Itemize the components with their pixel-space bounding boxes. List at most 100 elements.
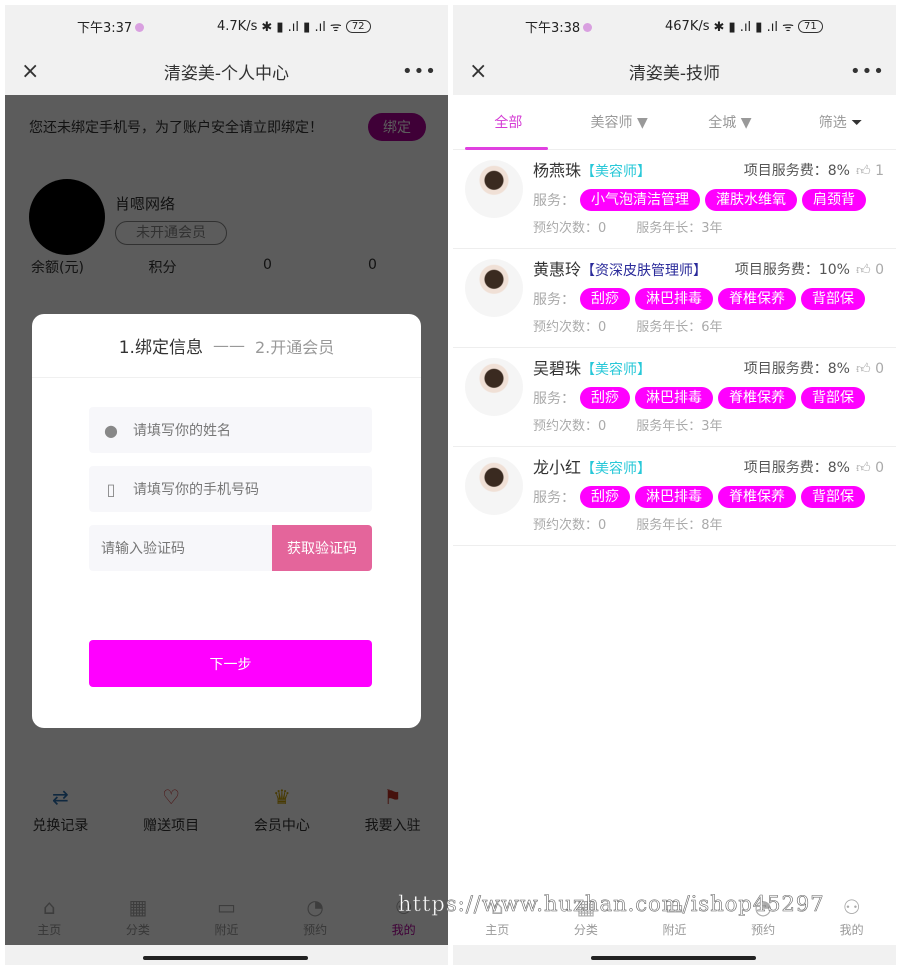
technician-name: 龙小红	[533, 458, 582, 477]
service-list: 服务： 刮痧 淋巴排毒 脊椎保养 背部保	[533, 288, 884, 310]
home-indicator	[591, 956, 756, 960]
service-tag[interactable]: 脊椎保养	[718, 486, 796, 508]
like-count: 0	[875, 262, 884, 278]
stat-balance[interactable]: 余额(元)	[5, 257, 110, 277]
close-icon[interactable]: ×	[21, 59, 51, 84]
like-count: 0	[875, 361, 884, 377]
quick-member-center[interactable]: ♛ 会员中心	[237, 785, 327, 835]
service-tag[interactable]: 淋巴排毒	[635, 288, 713, 310]
service-tag[interactable]: 脊椎保养	[718, 288, 796, 310]
step-open-member: 2.开通会员	[254, 337, 335, 357]
service-tag[interactable]: 背部保	[801, 486, 865, 508]
filter-all[interactable]: 全部	[453, 112, 564, 132]
technician-card[interactable]: 杨燕珠【美容师】 项目服务费：8% 👍︎ 1 服务： 小气泡清洁管理 灌肤水维氧 肩颈背…	[453, 150, 896, 249]
filter-role-dropdown[interactable]: 美容师 ▼	[564, 112, 675, 132]
technician-name: 吴碧珠	[533, 359, 582, 378]
bind-phone-banner: 您还未绑定手机号，为了账户安全请立即绑定！ 绑定	[5, 95, 448, 141]
service-tag[interactable]: 背部保	[801, 387, 865, 409]
service-tag[interactable]: 肩颈背	[802, 189, 866, 211]
technician-name: 杨燕珠	[533, 161, 582, 180]
grid-icon: ▦	[128, 894, 148, 919]
booking-count: 预约次数：0	[533, 221, 607, 236]
technician-card[interactable]: 黄惠玲【资深皮肤管理师】 项目服务费：10% 👍︎ 0 服务： 刮痧 淋巴排毒 脊椎保养…	[453, 249, 896, 348]
quick-join[interactable]: ⚑ 我要入驻	[348, 785, 438, 835]
page-title: 清姿美-个人中心	[163, 63, 290, 84]
thumbs-up-icon[interactable]: 👍︎	[856, 262, 871, 278]
tab-mine[interactable]: ⚇ 我的	[822, 895, 882, 938]
thumbs-up-icon[interactable]: 👍︎	[856, 361, 871, 377]
technician-card[interactable]: 吴碧珠【美容师】 项目服务费：8% 👍︎ 0 服务： 刮痧 淋巴排毒 脊椎保养 背部保 预…	[453, 348, 896, 447]
name-field[interactable]: ● 请填写你的姓名	[89, 407, 372, 453]
stat-value[interactable]: 0	[215, 257, 320, 277]
service-years: 服务年长：3年	[636, 221, 723, 236]
service-list: 服务： 小气泡清洁管理 灌肤水维氧 肩颈背	[533, 189, 884, 211]
tab-home[interactable]: ⌂ 主页	[19, 895, 79, 938]
phone-field[interactable]: ▯ 请填写你的手机号码	[89, 466, 372, 512]
home-icon: ⌂	[42, 894, 56, 919]
notification-dot	[135, 22, 145, 32]
service-list: 服务： 刮痧 淋巴排毒 脊椎保养 背部保	[533, 486, 884, 508]
technicians-screen: 下午3:38 467K/s ✱ ▮ .ıl ▮ .ıl ᯤ 71 × 清姿美-技师 …	[453, 5, 896, 965]
service-tag[interactable]: 淋巴排毒	[635, 387, 713, 409]
active-tab-indicator	[465, 147, 548, 150]
technician-content: 全部 美容师 ▼ 全城 ▼ 筛选 ⏷ 杨燕珠【美容师】 项目服务费：8% 👍︎ 1…	[453, 95, 896, 945]
more-icon[interactable]: •••	[402, 61, 436, 82]
user-icon: ●	[104, 420, 118, 440]
profile-screen: 下午3:37 4.7K/s ✱ ▮ .ıl ▮ .ıl ᯤ 72 × 清姿美-个人中…	[5, 5, 448, 965]
quick-links: ⇄ 兑换记录 ♡ 赠送项目 ♛ 会员中心 ⚑ 我要入驻	[5, 785, 448, 835]
technician-card[interactable]: 龙小红【美容师】 项目服务费：8% 👍︎ 0 服务： 刮痧 淋巴排毒 脊椎保养 背部保 预…	[453, 447, 896, 546]
technician-list: 杨燕珠【美容师】 项目服务费：8% 👍︎ 1 服务： 小气泡清洁管理 灌肤水维氧 肩颈背…	[453, 150, 896, 546]
close-icon[interactable]: ×	[469, 59, 499, 84]
service-years: 服务年长：8年	[636, 518, 723, 533]
next-step-button[interactable]: 下一步	[89, 640, 372, 687]
user-profile: 肖嗯网络 未开通会员	[29, 179, 448, 255]
service-tag[interactable]: 脊椎保养	[718, 387, 796, 409]
technician-photo[interactable]	[465, 259, 523, 317]
service-tag[interactable]: 刮痧	[580, 288, 630, 310]
booking-count: 预约次数：0	[533, 419, 607, 434]
tab-nearby[interactable]: ▭ 附近	[196, 895, 256, 938]
tab-category[interactable]: ▦ 分类	[108, 895, 168, 938]
service-tag[interactable]: 小气泡清洁管理	[580, 189, 700, 211]
quick-gift-items[interactable]: ♡ 赠送项目	[126, 785, 216, 835]
like-count: 0	[875, 460, 884, 476]
thumbs-up-icon[interactable]: 👍︎	[856, 163, 871, 179]
code-field[interactable]: 请输入验证码 获取验证码	[89, 525, 372, 571]
technician-title: 【资深皮肤管理师】	[581, 263, 708, 279]
technician-photo[interactable]	[465, 358, 523, 416]
technician-photo[interactable]	[465, 160, 523, 218]
service-tag[interactable]: 背部保	[801, 288, 865, 310]
service-tag[interactable]: 刮痧	[580, 486, 630, 508]
clock-icon: ◔	[306, 894, 324, 919]
service-tag[interactable]: 灌肤水维氧	[705, 189, 797, 211]
clock: 下午3:37	[77, 20, 133, 36]
more-icon[interactable]: •••	[850, 61, 884, 82]
technician-photo[interactable]	[465, 457, 523, 515]
technician-title: 【美容师】	[581, 362, 652, 378]
network-speed: 4.7K/s	[217, 18, 258, 34]
avatar[interactable]	[29, 179, 105, 255]
member-badge[interactable]: 未开通会员	[115, 220, 227, 245]
get-code-button[interactable]: 获取验证码	[272, 525, 372, 571]
funnel-icon: ⏷	[851, 115, 863, 131]
network-speed: 467K/s	[665, 18, 710, 34]
status-bar: 下午3:37 4.7K/s ✱ ▮ .ıl ▮ .ıl ᯤ 72	[5, 5, 448, 47]
service-years: 服务年长：6年	[636, 320, 723, 335]
clock: 下午3:38	[525, 20, 581, 36]
store-icon: ▭	[217, 894, 236, 919]
booking-count: 预约次数：0	[533, 320, 607, 335]
flag-icon: ⚑	[383, 785, 402, 809]
filter-area-dropdown[interactable]: 全城 ▼	[675, 112, 786, 132]
bind-button[interactable]: 绑定	[368, 113, 426, 141]
stat-points[interactable]: 积分	[110, 257, 215, 277]
stat-value[interactable]: 0	[320, 257, 425, 277]
thumbs-up-icon[interactable]: 👍︎	[856, 460, 871, 476]
service-years: 服务年长：3年	[636, 419, 723, 434]
step-bind-info: 1.绑定信息	[118, 338, 203, 358]
quick-exchange-records[interactable]: ⇄ 兑换记录	[15, 785, 105, 835]
service-tag[interactable]: 刮痧	[580, 387, 630, 409]
service-tag[interactable]: 淋巴排毒	[635, 486, 713, 508]
stats-row: 余额(元) 积分 0 0	[5, 257, 448, 277]
tab-booking[interactable]: ◔ 预约	[285, 895, 345, 938]
filter-button[interactable]: 筛选 ⏷	[785, 112, 896, 132]
